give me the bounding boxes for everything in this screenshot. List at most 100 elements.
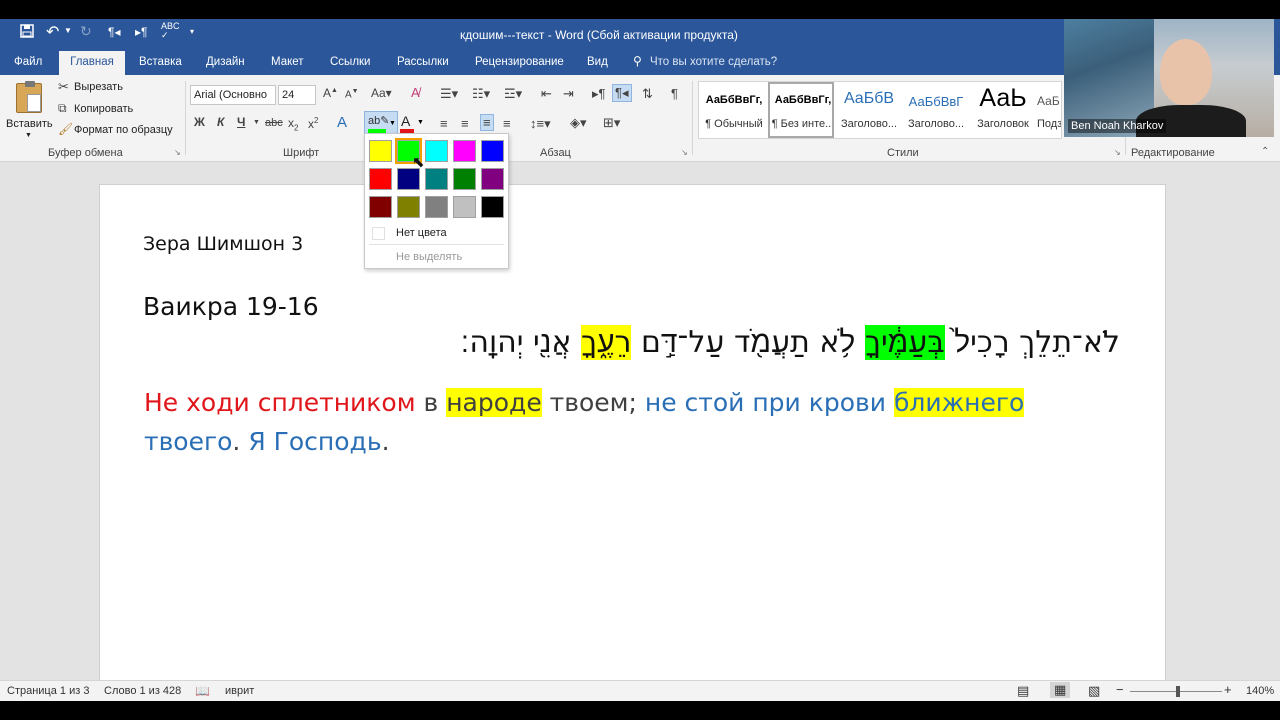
save-icon[interactable] bbox=[20, 24, 34, 42]
align-right-icon[interactable]: ≡ bbox=[480, 114, 494, 131]
styles-launcher-icon[interactable]: ↘ bbox=[1114, 148, 1121, 157]
ltr-icon[interactable]: ▸¶ bbox=[135, 25, 147, 39]
decrease-indent-icon[interactable]: ⇤ bbox=[541, 86, 552, 102]
increase-indent-icon[interactable]: ⇥ bbox=[563, 86, 574, 102]
undo-dropdown-icon[interactable]: ▼ bbox=[64, 26, 72, 35]
read-mode-icon[interactable]: ▤ bbox=[1017, 683, 1029, 699]
highlight-swatch[interactable] bbox=[397, 196, 420, 218]
paragraph-launcher-icon[interactable]: ↘ bbox=[681, 148, 688, 157]
align-left-icon[interactable]: ≡ bbox=[440, 116, 448, 131]
zoom-in-icon[interactable]: + bbox=[1224, 682, 1232, 697]
highlight-swatch[interactable] bbox=[453, 196, 476, 218]
translation-segment: . bbox=[232, 427, 249, 456]
highlight-swatch[interactable] bbox=[425, 196, 448, 218]
style-name: ¶ Без инте... bbox=[771, 118, 834, 130]
highlight-swatch[interactable] bbox=[397, 168, 420, 190]
borders-icon[interactable]: ⊞▾ bbox=[603, 115, 620, 131]
tab-insert[interactable]: Вставка bbox=[139, 56, 182, 68]
word-count[interactable]: Слово 1 из 428 bbox=[104, 685, 181, 697]
shrink-font-icon[interactable]: A▼ bbox=[345, 88, 359, 100]
rtl-icon[interactable]: ¶◂ bbox=[108, 25, 120, 39]
italic-button[interactable]: К bbox=[217, 115, 224, 129]
style-title[interactable]: АаЬ Заголовок bbox=[970, 82, 1036, 138]
no-color-option[interactable]: Нет цвета bbox=[396, 227, 447, 239]
bold-button[interactable]: Ж bbox=[194, 115, 205, 129]
multilevel-list-icon[interactable]: ☲▾ bbox=[504, 86, 522, 102]
style-no-spacing[interactable]: АаБбВвГг, ¶ Без инте... bbox=[768, 82, 834, 138]
highlight-swatch[interactable] bbox=[453, 140, 476, 162]
page-count[interactable]: Страница 1 из 3 bbox=[7, 685, 89, 697]
tab-layout[interactable]: Макет bbox=[271, 56, 304, 68]
undo-icon[interactable]: ↶ bbox=[46, 22, 59, 42]
language-indicator[interactable]: иврит bbox=[225, 685, 254, 697]
copy-button[interactable]: Копировать bbox=[74, 103, 133, 115]
highlight-swatch[interactable] bbox=[369, 196, 392, 218]
highlight-swatch[interactable] bbox=[453, 168, 476, 190]
format-painter-button[interactable]: Формат по образцу bbox=[74, 124, 173, 136]
highlight-swatch[interactable] bbox=[481, 168, 504, 190]
strikethrough-icon[interactable]: abc bbox=[265, 117, 283, 129]
tell-me-box[interactable]: Что вы хотите сделать? bbox=[650, 56, 777, 68]
style-sample: АаБ bbox=[1037, 94, 1060, 108]
ltr-paragraph-icon[interactable]: ▸¶ bbox=[592, 86, 606, 102]
print-layout-icon[interactable]: ▦ bbox=[1050, 682, 1071, 698]
justify-icon[interactable]: ≡ bbox=[503, 116, 511, 131]
paste-label: Вставить bbox=[6, 118, 53, 130]
align-center-icon[interactable]: ≡ bbox=[461, 116, 469, 131]
style-subtitle[interactable]: АаБ Подз bbox=[1037, 82, 1061, 138]
subscript-icon[interactable]: x2 bbox=[288, 116, 298, 132]
style-heading-2[interactable]: АаБбВвГ Заголово... bbox=[903, 82, 969, 138]
collapse-ribbon-icon[interactable]: ⌃ bbox=[1261, 146, 1269, 157]
change-case-icon[interactable]: Aa▾ bbox=[371, 86, 392, 100]
tab-design[interactable]: Дизайн bbox=[206, 56, 245, 68]
tab-mailings[interactable]: Рассылки bbox=[397, 56, 449, 68]
translation-segment: . bbox=[381, 427, 390, 456]
show-marks-icon[interactable]: ¶ bbox=[671, 86, 678, 101]
sort-icon[interactable]: ⇅ bbox=[642, 86, 653, 102]
clear-formatting-icon[interactable]: A̸ bbox=[411, 85, 420, 100]
tab-file[interactable]: Файл bbox=[14, 56, 42, 68]
shading-icon[interactable]: ◈▾ bbox=[570, 115, 587, 131]
web-layout-icon[interactable]: ▧ bbox=[1088, 683, 1100, 699]
rtl-paragraph-icon[interactable]: ¶◂ bbox=[612, 84, 632, 102]
highlight-swatch[interactable] bbox=[425, 140, 448, 162]
text-effects-icon[interactable]: A bbox=[337, 114, 347, 131]
tab-home[interactable]: Главная bbox=[59, 51, 125, 75]
zoom-out-icon[interactable]: − bbox=[1116, 682, 1124, 697]
highlight-swatch[interactable] bbox=[425, 168, 448, 190]
tab-review[interactable]: Рецензирование bbox=[475, 56, 564, 68]
font-name-combo[interactable]: Arial (Основно bbox=[190, 85, 276, 105]
font-size-combo[interactable]: 24 bbox=[278, 85, 316, 105]
style-normal[interactable]: АаБбВвГг, ¶ Обычный bbox=[701, 82, 767, 138]
customize-toolbar-icon[interactable]: ▾ bbox=[190, 27, 194, 36]
clipboard-launcher-icon[interactable]: ↘ bbox=[174, 148, 181, 157]
zoom-level[interactable]: 140% bbox=[1246, 685, 1274, 697]
underline-button[interactable]: Ч bbox=[237, 115, 245, 129]
spelling-icon[interactable]: ABC ✓ bbox=[161, 22, 180, 40]
superscript-icon[interactable]: x2 bbox=[308, 116, 318, 131]
style-heading-1[interactable]: АаБбВ Заголово... bbox=[836, 82, 902, 138]
paste-button[interactable]: Вставить ▼ bbox=[4, 79, 53, 141]
participant-name: Ben Noah Kharkov bbox=[1068, 119, 1167, 133]
highlight-swatch[interactable] bbox=[481, 140, 504, 162]
cut-button[interactable]: Вырезать bbox=[74, 81, 123, 93]
document-page[interactable]: Зера Шимшон 3 Ваикра 19-16 לֹא־תֵלֵךְ רָ… bbox=[99, 184, 1166, 680]
tab-references[interactable]: Ссылки bbox=[330, 56, 371, 68]
proofing-icon[interactable]: 📖 bbox=[195, 684, 210, 698]
highlight-swatch[interactable] bbox=[481, 196, 504, 218]
style-name: ¶ Обычный bbox=[705, 118, 763, 130]
underline-dropdown-icon[interactable]: ▼ bbox=[253, 119, 260, 126]
zoom-slider-thumb[interactable] bbox=[1176, 686, 1180, 697]
redo-icon: ↻ bbox=[80, 23, 92, 39]
lightbulb-icon: ⚲ bbox=[633, 54, 642, 68]
grow-font-icon[interactable]: A▲ bbox=[323, 86, 338, 100]
tab-view[interactable]: Вид bbox=[587, 56, 608, 68]
highlight-swatch[interactable] bbox=[369, 168, 392, 190]
styles-group-label: Стили bbox=[887, 147, 919, 159]
line-spacing-icon[interactable]: ↕≡▾ bbox=[530, 116, 551, 132]
numbering-icon[interactable]: ☷▾ bbox=[472, 86, 490, 102]
highlight-swatch[interactable] bbox=[369, 140, 392, 162]
no-color-swatch[interactable] bbox=[372, 227, 385, 240]
bullets-icon[interactable]: ☰▾ bbox=[440, 86, 458, 102]
highlight-dropdown-icon: ▼ bbox=[389, 120, 396, 127]
